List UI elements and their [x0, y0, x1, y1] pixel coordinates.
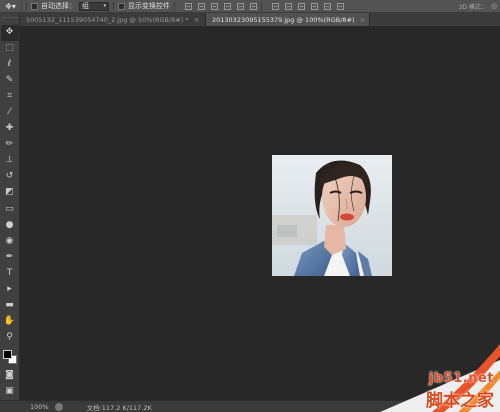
status-menu-icon[interactable]	[54, 402, 63, 411]
transform-controls-checkbox[interactable]	[118, 2, 125, 10]
lasso-icon: ℓ	[7, 59, 12, 70]
portrait-image	[272, 155, 392, 276]
close-icon[interactable]: ×	[194, 16, 200, 24]
distribute-right-icon[interactable]	[337, 2, 344, 10]
tools-panel: ✥ ⬚ ℓ ✎ ⌗ ⁄ ✚ ✏ ⊥ ↺ ◩ ▭ ● ◉ ✒ T ▸ ▬ ✋ ⚲ ◙ ▣	[0, 13, 20, 400]
type-tool[interactable]: T	[1, 265, 19, 281]
eraser-icon: ◩	[5, 187, 14, 198]
rect-marquee-icon: ⬚	[5, 43, 14, 54]
tab-document-2[interactable]: 20130323095155379.jpg @ 100%(RGB/8#) ×	[206, 13, 371, 26]
foreground-color-swatch[interactable]	[2, 350, 12, 360]
lasso-tool[interactable]: ℓ	[1, 57, 19, 73]
close-icon[interactable]: ×	[360, 16, 366, 24]
tab-document-1[interactable]: 5005132_111539054740_2.jpg @ 50%(RGB/8#)…	[20, 13, 206, 26]
panel-grip[interactable]	[2, 17, 17, 21]
tab-label: 20130323095155379.jpg @ 100%(RGB/8#)	[212, 15, 355, 24]
auto-select-label: 自动选择：	[41, 2, 76, 10]
path-select-icon: ▸	[7, 283, 12, 294]
distribute-bottom-icon[interactable]	[298, 2, 305, 10]
transform-controls-label: 显示变换控件	[128, 2, 170, 10]
align-vcenter-icon[interactable]	[198, 2, 205, 10]
marquee-tool[interactable]: ⬚	[1, 41, 19, 57]
crop-icon: ⌗	[6, 91, 13, 102]
color-swatches[interactable]	[1, 347, 19, 368]
distribute-top-icon[interactable]	[272, 2, 279, 10]
gradient-tool[interactable]: ▭	[1, 201, 19, 217]
dodge-tool[interactable]: ◉	[1, 233, 19, 249]
blur-drop-icon: ●	[5, 219, 14, 230]
crop-tool[interactable]: ⌗	[1, 89, 19, 105]
chevron-down-icon: ▾	[103, 3, 106, 9]
path-select-tool[interactable]: ▸	[1, 281, 19, 297]
eyedropper-icon: ⁄	[8, 107, 11, 118]
3d-rotate-icon[interactable]: ◎	[491, 2, 497, 10]
history-brush-tool[interactable]: ↺	[1, 169, 19, 185]
stamp-tool[interactable]: ⊥	[1, 153, 19, 169]
document-size: 文档:117.2 K/117.2K	[86, 403, 152, 412]
brush-tool[interactable]: ✏	[1, 137, 19, 153]
document-tabs: 5005132_111539054740_2.jpg @ 50%(RGB/8#)…	[20, 13, 500, 26]
quick-select-icon: ✎	[5, 75, 14, 86]
shape-tool[interactable]: ▬	[1, 297, 19, 313]
mode-3d-label: 3D 模式：	[458, 3, 487, 11]
portrait-photo[interactable]	[272, 155, 392, 276]
zoom-icon: ⚲	[6, 331, 13, 342]
pen-icon: ✒	[5, 251, 14, 262]
distribute-left-icon[interactable]	[311, 2, 318, 10]
hand-tool[interactable]: ✋	[1, 313, 19, 329]
rectangle-shape-icon: ▬	[5, 299, 14, 310]
photoshop-window: ✥▾ 自动选择： 组 ▾ 显示变换控件 3D 模式： ◎ ✥ ⬚ ℓ ✎ ⌗ ⁄ ✚ ✏ ⊥ ↺ ◩…	[0, 0, 500, 412]
clone-stamp-icon: ⊥	[5, 155, 14, 166]
move-tool[interactable]: ✥	[0, 24, 19, 41]
distribute-hcenter-icon[interactable]	[324, 2, 331, 10]
eyedropper-tool[interactable]: ⁄	[1, 105, 19, 121]
document-canvas[interactable]	[21, 26, 500, 400]
healing-tool[interactable]: ✚	[1, 121, 19, 137]
auto-select-dropdown[interactable]: 组 ▾	[79, 1, 109, 11]
blur-tool[interactable]: ●	[1, 217, 19, 233]
eraser-tool[interactable]: ◩	[1, 185, 19, 201]
brush-icon: ✏	[5, 139, 14, 150]
pen-tool[interactable]: ✒	[1, 249, 19, 265]
quick-mask-icon[interactable]: ◙	[1, 368, 19, 384]
move-icon[interactable]: ✥▾	[0, 0, 22, 13]
tab-label: 5005132_111539054740_2.jpg @ 50%(RGB/8#)…	[26, 15, 189, 24]
auto-select-checkbox[interactable]	[31, 2, 38, 10]
options-bar: ✥▾ 自动选择： 组 ▾ 显示变换控件 3D 模式： ◎	[0, 0, 500, 13]
gradient-icon: ▭	[5, 203, 14, 214]
healing-brush-icon: ✚	[5, 123, 14, 134]
auto-select-value: 组	[82, 2, 89, 10]
history-brush-icon: ↺	[5, 171, 14, 182]
status-bar: 100% 文档:117.2 K/117.2K	[0, 400, 500, 412]
align-left-icon[interactable]	[224, 2, 231, 10]
quick-select-tool[interactable]: ✎	[1, 73, 19, 89]
distribute-vcenter-icon[interactable]	[285, 2, 292, 10]
align-bottom-icon[interactable]	[211, 2, 218, 10]
move-icon: ✥	[5, 27, 14, 38]
align-top-icon[interactable]	[185, 2, 192, 10]
zoom-level[interactable]: 100%	[30, 403, 49, 411]
zoom-tool[interactable]: ⚲	[1, 329, 19, 345]
align-right-icon[interactable]	[250, 2, 257, 10]
dodge-icon: ◉	[5, 235, 14, 246]
align-hcenter-icon[interactable]	[237, 2, 244, 10]
type-icon: T	[6, 267, 13, 278]
hand-icon: ✋	[3, 315, 16, 326]
screen-mode-icon[interactable]: ▣	[1, 384, 19, 400]
